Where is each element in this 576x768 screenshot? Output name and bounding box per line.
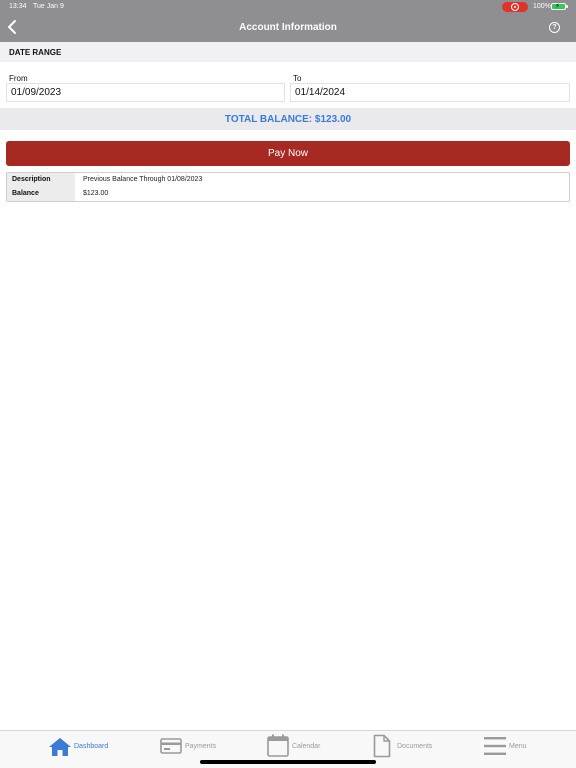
- home-indicator[interactable]: [200, 760, 376, 764]
- status-time: 13:34: [9, 3, 27, 10]
- table-row: Balance $123.00: [7, 187, 569, 201]
- status-date: Tue Jan 9: [33, 3, 64, 10]
- calendar-icon: [267, 734, 289, 757]
- to-date-field[interactable]: [290, 83, 570, 102]
- tab-dashboard[interactable]: Dashboard: [46, 731, 118, 768]
- total-balance-bar: TOTAL BALANCE: $123.00: [0, 108, 576, 130]
- header: 13:34 Tue Jan 9 100% ⚡ Account Informati…: [0, 0, 576, 42]
- from-label: From: [9, 74, 28, 83]
- from-date-field[interactable]: [6, 83, 285, 102]
- tab-menu[interactable]: Menu: [482, 731, 534, 768]
- app-screen: 13:34 Tue Jan 9 100% ⚡ Account Informati…: [0, 0, 576, 768]
- page-title: Account Information: [239, 22, 337, 33]
- description-value: Previous Balance Through 01/08/2023: [83, 176, 203, 183]
- to-label: To: [293, 74, 302, 83]
- date-range-header: DATE RANGE: [0, 42, 576, 62]
- battery-icon: ⚡: [551, 3, 568, 10]
- tab-documents[interactable]: Documents: [372, 731, 442, 768]
- hamburger-menu-icon: [484, 737, 506, 755]
- nav-bar: Account Information ?: [0, 13, 576, 42]
- pay-now-button[interactable]: Pay Now: [6, 141, 570, 166]
- tab-label-calendar: Calendar: [292, 743, 321, 750]
- balance-value: $123.00: [83, 190, 109, 197]
- document-icon: [373, 734, 391, 758]
- balance-label: Balance: [7, 187, 75, 201]
- table-row: Description Previous Balance Through 01/…: [7, 173, 569, 187]
- status-bar: 13:34 Tue Jan 9 100% ⚡: [0, 0, 576, 13]
- tab-label-payments: Payments: [185, 743, 217, 750]
- help-icon[interactable]: ?: [549, 22, 560, 33]
- tab-label-documents: Documents: [397, 743, 433, 750]
- home-icon: [49, 738, 71, 756]
- credit-card-icon: [160, 738, 182, 754]
- total-balance: TOTAL BALANCE: $123.00: [224, 114, 352, 125]
- screen-recording-icon[interactable]: [502, 2, 528, 12]
- tab-label-menu: Menu: [509, 743, 527, 750]
- description-label: Description: [7, 173, 75, 187]
- balance-details-table: Description Previous Balance Through 01/…: [6, 172, 570, 202]
- date-range-title: DATE RANGE: [9, 48, 62, 57]
- battery-percentage: 100%: [533, 3, 551, 10]
- tab-label-dashboard: Dashboard: [74, 743, 109, 750]
